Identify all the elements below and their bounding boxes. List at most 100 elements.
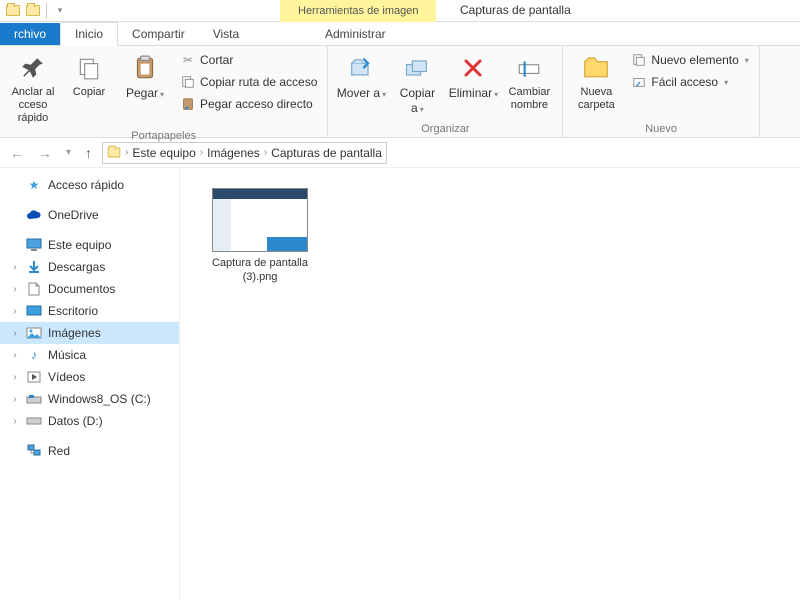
group-clipboard-pin: Anclar al cceso rápido Copiar Pegar▾ ✂ Co…: [0, 46, 327, 137]
paste-icon: [129, 52, 161, 84]
move-to-button[interactable]: Mover a▾: [334, 50, 388, 103]
nav-desktop[interactable]: › Escritorio: [0, 300, 179, 322]
group-new: Nueva carpeta Nuevo elemento▾ Fácil acce…: [563, 46, 759, 137]
copy-button[interactable]: Copiar: [62, 50, 116, 101]
paste-shortcut-label: Pegar acceso directo: [200, 97, 313, 111]
easy-access-icon: [631, 74, 647, 90]
nav-label: Escritorio: [48, 304, 98, 318]
copy-icon: [73, 52, 105, 84]
rename-icon: [513, 52, 545, 84]
chevron-right-icon: ›: [10, 350, 20, 361]
cut-button[interactable]: ✂ Cortar: [176, 50, 321, 70]
tab-home[interactable]: Inicio: [60, 22, 118, 46]
new-group-label: Nuevo: [569, 121, 752, 135]
chevron-right-icon: ›: [10, 306, 20, 317]
copy-to-button[interactable]: Copiar a▾: [390, 50, 444, 118]
monitor-icon: [26, 237, 42, 253]
nav-label: Acceso rápido: [48, 178, 124, 192]
content-pane[interactable]: Captura de pantalla (3).png: [180, 168, 800, 600]
breadcrumb-pictures[interactable]: Imágenes: [207, 146, 260, 160]
chevron-right-icon[interactable]: ›: [264, 147, 267, 158]
copy-to-icon: [401, 52, 433, 84]
easy-access-label: Fácil acceso: [651, 75, 718, 89]
chevron-down-icon: ▾: [494, 90, 498, 99]
chevron-right-icon[interactable]: ›: [200, 147, 203, 158]
address-bar[interactable]: › Este equipo › Imágenes › Capturas de p…: [102, 142, 387, 164]
desktop-icon: [26, 303, 42, 319]
back-button[interactable]: ←: [6, 145, 28, 161]
nav-videos[interactable]: ›Vídeos: [0, 366, 179, 388]
nav-onedrive[interactable]: OneDrive: [0, 204, 179, 226]
nav-label: Red: [48, 444, 70, 458]
chevron-right-icon[interactable]: ›: [125, 147, 128, 158]
nav-label: Datos (D:): [48, 414, 103, 428]
nav-label: Vídeos: [48, 370, 85, 384]
paste-button[interactable]: Pegar▾: [118, 50, 172, 103]
tab-view[interactable]: Vista: [199, 23, 253, 45]
nav-label: Descargas: [48, 260, 105, 274]
music-icon: ♪: [26, 347, 42, 363]
copy-path-button[interactable]: Copiar ruta de acceso: [176, 72, 321, 92]
star-icon: ★: [26, 177, 42, 193]
nav-label: OneDrive: [48, 208, 99, 222]
chevron-down-icon: ▾: [724, 78, 728, 87]
nav-label: Documentos: [48, 282, 115, 296]
pin-icon: [17, 52, 49, 84]
qat-dropdown-icon[interactable]: ▾: [51, 2, 69, 20]
nav-quick-access[interactable]: ★ Acceso rápido: [0, 174, 179, 196]
new-item-button[interactable]: Nuevo elemento▾: [627, 50, 752, 70]
breadcrumb-screenshots[interactable]: Capturas de pantalla: [271, 146, 382, 160]
nav-network[interactable]: Red: [0, 440, 179, 462]
nav-os-drive[interactable]: ›Windows8_OS (C:): [0, 388, 179, 410]
address-bar-row: ← → ▾ ↑ › Este equipo › Imágenes › Captu…: [0, 138, 800, 168]
chevron-down-icon: ▾: [745, 56, 749, 65]
rename-button[interactable]: Cambiar nombre: [502, 50, 556, 114]
recent-locations-button[interactable]: ▾: [62, 147, 75, 158]
move-label: Mover a: [337, 86, 380, 100]
chevron-down-icon: ▾: [160, 90, 164, 99]
nav-this-pc[interactable]: Este equipo: [0, 234, 179, 256]
tab-file[interactable]: rchivo: [0, 23, 60, 45]
qat-folder-icon[interactable]: [24, 2, 42, 20]
file-item[interactable]: Captura de pantalla (3).png: [200, 188, 320, 285]
copy-to-label: Copiar a: [400, 86, 435, 115]
ribbon-tabs: rchivo Inicio Compartir Vista Administra…: [0, 22, 800, 46]
nav-data-drive[interactable]: › Datos (D:): [0, 410, 179, 432]
chevron-right-icon: ›: [10, 416, 20, 427]
delete-icon: [457, 52, 489, 84]
nav-pictures[interactable]: ›Imágenes: [0, 322, 179, 344]
up-button[interactable]: ↑: [81, 145, 96, 161]
tab-share[interactable]: Compartir: [118, 23, 199, 45]
cut-icon: ✂: [180, 52, 196, 68]
navigation-pane: ★Acceso rápido OneDrive Este equipo ›Des…: [0, 168, 180, 600]
group-organize: Mover a▾ Copiar a▾ Eliminar▾ Cambiar nom…: [327, 46, 563, 137]
cut-label: Cortar: [200, 53, 233, 67]
download-icon: [26, 259, 42, 275]
delete-button[interactable]: Eliminar▾: [446, 50, 500, 103]
new-folder-button[interactable]: Nueva carpeta: [569, 50, 623, 114]
nav-documents[interactable]: ›Documentos: [0, 278, 179, 300]
document-icon: [26, 281, 42, 297]
file-name: Captura de pantalla (3).png: [200, 256, 320, 285]
nav-label: Este equipo: [48, 238, 111, 252]
quick-access-toolbar: ▾: [0, 2, 73, 20]
nav-music[interactable]: › ♪ Música: [0, 344, 179, 366]
drive-icon: [26, 413, 42, 429]
tab-manage[interactable]: Administrar: [295, 23, 416, 45]
breadcrumb-root[interactable]: Este equipo: [132, 146, 195, 160]
pin-to-quick-access-button[interactable]: Anclar al cceso rápido: [6, 50, 60, 128]
video-icon: [26, 369, 42, 385]
copy-label: Copiar: [73, 86, 105, 99]
delete-label: Eliminar: [449, 86, 492, 100]
paste-shortcut-button[interactable]: Pegar acceso directo: [176, 94, 321, 114]
forward-button[interactable]: →: [34, 145, 56, 161]
folder-icon: [108, 148, 121, 158]
paste-shortcut-icon: [180, 96, 196, 112]
copy-path-icon: [180, 74, 196, 90]
nav-label: Música: [48, 348, 86, 362]
chevron-down-icon: ▾: [382, 90, 386, 99]
paste-label: Pegar: [126, 86, 158, 100]
nav-downloads[interactable]: ›Descargas: [0, 256, 179, 278]
easy-access-button[interactable]: Fácil acceso ▾: [627, 72, 752, 92]
chevron-right-icon: ›: [10, 328, 20, 339]
